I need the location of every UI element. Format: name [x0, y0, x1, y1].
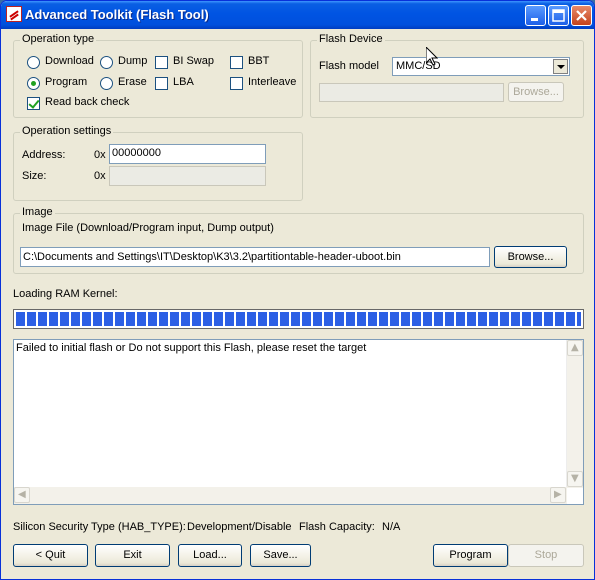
- minimize-icon: [531, 18, 538, 21]
- scroll-up-button[interactable]: ▲: [567, 340, 583, 356]
- vertical-scrollbar[interactable]: ▲ ▼: [566, 340, 583, 488]
- interleave-label: Interleave: [248, 76, 297, 88]
- operation-settings-legend: Operation settings: [20, 125, 114, 137]
- horizontal-scrollbar[interactable]: ◀ ▶: [14, 487, 567, 504]
- flash-browse-button[interactable]: Browse...: [508, 82, 564, 102]
- scroll-right-button[interactable]: ▶: [550, 487, 566, 503]
- operation-type-legend: Operation type: [20, 33, 97, 45]
- title-bar[interactable]: Advanced Toolkit (Flash Tool): [1, 1, 594, 29]
- window-title: Advanced Toolkit (Flash Tool): [25, 7, 209, 22]
- read-back-check-label: Read back check: [45, 96, 130, 108]
- erase-radio[interactable]: [100, 77, 113, 90]
- size-input: [109, 166, 266, 186]
- image-legend: Image: [20, 206, 55, 218]
- flash-device-group: Flash Device: [310, 33, 584, 118]
- bbt-checkbox[interactable]: [230, 56, 243, 69]
- log-textarea[interactable]: Failed to initial flash or Do not suppor…: [13, 339, 584, 505]
- erase-label: Erase: [118, 76, 147, 88]
- progress-fill: [16, 312, 581, 326]
- scroll-down-button[interactable]: ▼: [567, 471, 583, 487]
- image-file-path-input[interactable]: C:\Documents and Settings\IT\Desktop\K3\…: [20, 247, 490, 267]
- flash-model-label: Flash model: [319, 60, 379, 72]
- maximize-button[interactable]: [548, 5, 569, 26]
- program-label: Program: [45, 76, 88, 88]
- lba-checkbox[interactable]: [155, 77, 168, 90]
- bbt-label: BBT: [248, 55, 270, 67]
- lba-label: LBA: [173, 76, 194, 88]
- loading-ram-kernel-label: Loading RAM Kernel:: [13, 288, 118, 300]
- maximize-icon: [552, 9, 565, 22]
- stop-button[interactable]: Stop: [508, 544, 584, 567]
- dump-radio[interactable]: [100, 56, 113, 69]
- address-label: Address:: [22, 149, 66, 161]
- app-icon: [6, 6, 22, 22]
- chevron-up-icon: ▲: [571, 342, 579, 353]
- size-prefix: 0x: [94, 170, 106, 182]
- minimize-button[interactable]: [525, 5, 546, 26]
- download-label: Download: [45, 55, 94, 67]
- close-button[interactable]: [571, 5, 592, 26]
- mouse-cursor-icon: [426, 47, 438, 66]
- exit-button[interactable]: Exit: [95, 544, 170, 567]
- flash-capacity-value: N/A: [382, 521, 401, 533]
- scroll-left-button[interactable]: ◀: [14, 487, 30, 503]
- dump-label: Dump: [118, 55, 148, 67]
- image-browse-button[interactable]: Browse...: [494, 246, 567, 268]
- loading-progress-bar: [13, 309, 584, 329]
- close-icon: [576, 10, 587, 21]
- chevron-right-icon: ▶: [554, 489, 562, 500]
- interleave-checkbox[interactable]: [230, 77, 243, 90]
- image-file-label: Image File (Download/Program input, Dump…: [22, 222, 274, 234]
- bi-swap-label: BI Swap: [173, 55, 214, 67]
- download-radio[interactable]: [27, 56, 40, 69]
- bi-swap-checkbox[interactable]: [155, 56, 168, 69]
- hab-type-label: Silicon Security Type (HAB_TYPE):: [13, 521, 186, 533]
- quit-button[interactable]: < Quit: [13, 544, 88, 567]
- save-button[interactable]: Save...: [250, 544, 311, 567]
- chevron-down-icon: ▼: [571, 473, 579, 484]
- flash-model-select[interactable]: MMC/SD: [392, 57, 570, 76]
- flash-tool-window: Advanced Toolkit (Flash Tool) Operation …: [0, 0, 595, 580]
- read-back-check-checkbox[interactable]: [27, 97, 40, 110]
- flash-device-path-field: [319, 83, 504, 102]
- load-button[interactable]: Load...: [178, 544, 242, 567]
- flash-device-legend: Flash Device: [317, 33, 385, 45]
- flash-capacity-label: Flash Capacity:: [299, 521, 375, 533]
- address-input[interactable]: 00000000: [109, 144, 266, 164]
- hab-type-value: Development/Disable: [187, 521, 292, 533]
- log-text: Failed to initial flash or Do not suppor…: [16, 342, 367, 354]
- program-button[interactable]: Program: [433, 544, 508, 567]
- address-prefix: 0x: [94, 149, 106, 161]
- chevron-down-icon[interactable]: [553, 59, 568, 74]
- program-radio[interactable]: [27, 77, 40, 90]
- chevron-left-icon: ◀: [18, 489, 26, 500]
- size-label: Size:: [22, 170, 47, 182]
